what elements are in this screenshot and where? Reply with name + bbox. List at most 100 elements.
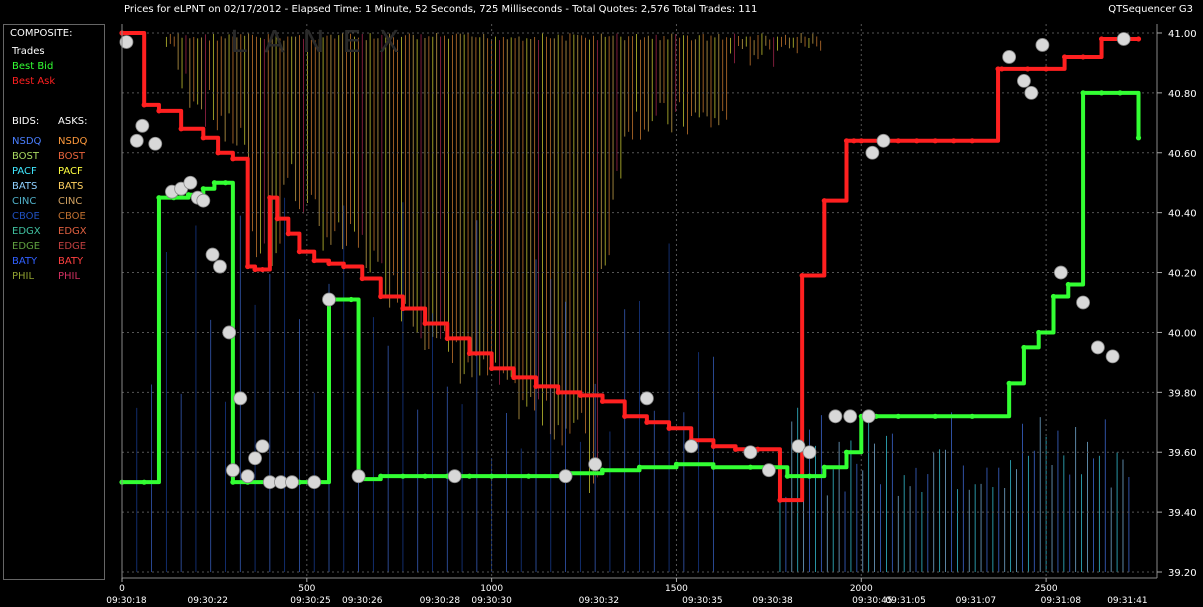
trade-point [843, 409, 858, 424]
trade-point [1090, 340, 1105, 355]
time-label: 09:30:25 [290, 596, 330, 606]
time-label: 09:31:05 [885, 596, 925, 606]
legend-bids-header: BIDS: [12, 116, 40, 127]
trade-point [761, 463, 776, 478]
best-bid-point [526, 473, 532, 479]
x-tick-label: 1500 [665, 584, 688, 594]
best-bid-point [1117, 90, 1123, 96]
best-bid-point [673, 461, 680, 467]
best-bid-point [348, 296, 354, 303]
time-label: 09:30:30 [471, 596, 512, 606]
trade-point [1024, 85, 1039, 100]
trade-point [225, 463, 240, 478]
trade-point [447, 469, 462, 484]
best-bid-point [489, 473, 495, 479]
trade-point [828, 409, 843, 424]
x-tick-label: 2500 [1035, 584, 1058, 594]
legend-asks-header: ASKS: [58, 116, 88, 127]
best-ask-point [858, 138, 864, 144]
best-bid-point [400, 473, 406, 479]
trade-point [196, 193, 211, 208]
best-ask-point [951, 138, 957, 144]
best-ask-point [644, 419, 650, 425]
price-chart: L A N E X 41.00 40.80 40.60 40.40 40.20 40.00… [106, 24, 1197, 606]
trade-point [148, 136, 163, 151]
time-label: 09:30:32 [579, 596, 619, 606]
y-tick-label: 39.80 [1168, 388, 1197, 399]
best-ask-point [1025, 66, 1031, 72]
legend-ask-edge: EDGE [58, 241, 87, 252]
best-ask-point [1098, 36, 1105, 42]
series-lines [122, 30, 1141, 503]
legend-ask-bats: BATS [58, 181, 84, 192]
best-ask-point [577, 392, 583, 398]
best-bid-point [1021, 344, 1027, 351]
series-best-ask [122, 30, 1139, 503]
legend-bid-phil: PHIL [12, 271, 35, 282]
legend-bid-cinc: CINC [12, 196, 37, 207]
legend-ask-phil: PHIL [58, 271, 81, 282]
best-ask-point [710, 443, 717, 449]
trade-point [233, 391, 248, 406]
best-ask-point [400, 305, 406, 312]
best-bid-point [222, 180, 229, 186]
time-label: 09:31:41 [1107, 596, 1147, 606]
best-bid-point [784, 473, 790, 479]
best-ask-point [969, 138, 975, 144]
y-tick-label: 39.20 [1168, 568, 1197, 579]
best-ask-point [622, 413, 628, 419]
best-ask-point [843, 138, 850, 144]
time-label: 09:30:28 [420, 596, 461, 606]
y-tick-label: 40.20 [1168, 269, 1197, 280]
best-bid-point [710, 464, 717, 470]
trade-point [322, 292, 336, 307]
best-ask-point [666, 425, 672, 431]
legend-bid-edgx: EDGX [12, 226, 41, 237]
x-tick-label: 0 [119, 584, 125, 594]
trade-point [135, 118, 150, 133]
best-ask-point [311, 257, 317, 264]
trade-point [1116, 32, 1131, 46]
legend-ask-edgx: EDGX [58, 226, 87, 237]
y-tick-label: 39.40 [1168, 508, 1197, 519]
best-ask-point [156, 108, 162, 114]
legend-best-bid: Best Bid [12, 61, 54, 72]
time-label: 09:31:07 [956, 596, 996, 606]
best-ask-point [821, 198, 827, 204]
best-ask-point [200, 135, 206, 141]
best-bid-point [599, 467, 606, 473]
best-ask-point [267, 195, 273, 201]
x-tick-label: 500 [298, 584, 315, 594]
time-label: 09:30:35 [682, 596, 722, 606]
trade-point [205, 247, 220, 262]
best-ask-point [326, 260, 332, 267]
trade-point [1035, 38, 1050, 52]
best-bid-point [1050, 293, 1057, 300]
best-bid-point [422, 473, 428, 479]
app-name: QTSequencer G3 [1108, 4, 1193, 15]
legend-ask-cboe: CBOE [58, 211, 86, 222]
best-bid-point [895, 413, 901, 419]
best-ask-point [777, 497, 783, 503]
best-ask-point [1043, 66, 1049, 72]
trade-point [285, 475, 299, 490]
best-bid-point [1006, 380, 1012, 386]
best-bid-point [1036, 329, 1042, 336]
time-label: 09:30:22 [188, 596, 228, 606]
trade-point [1105, 349, 1120, 364]
legend-ask-bost: BOST [58, 151, 86, 162]
time-label: 09:30:18 [106, 596, 147, 606]
best-ask-point [799, 272, 805, 279]
y-tick-label: 41.00 [1168, 29, 1197, 40]
trade-point [743, 445, 758, 460]
best-ask-point [533, 383, 539, 389]
best-bid-point [843, 449, 850, 455]
chart-title: Prices for eLPNT on 02/17/2012 - Elapsed… [124, 4, 758, 15]
best-bid-point [141, 479, 147, 485]
best-bid-point [1098, 90, 1105, 96]
best-bid-point [156, 195, 162, 201]
trade-point [588, 457, 603, 472]
best-ask-point [1080, 54, 1086, 60]
legend-ask-baty: BATY [58, 256, 84, 267]
best-ask-point [895, 138, 901, 144]
